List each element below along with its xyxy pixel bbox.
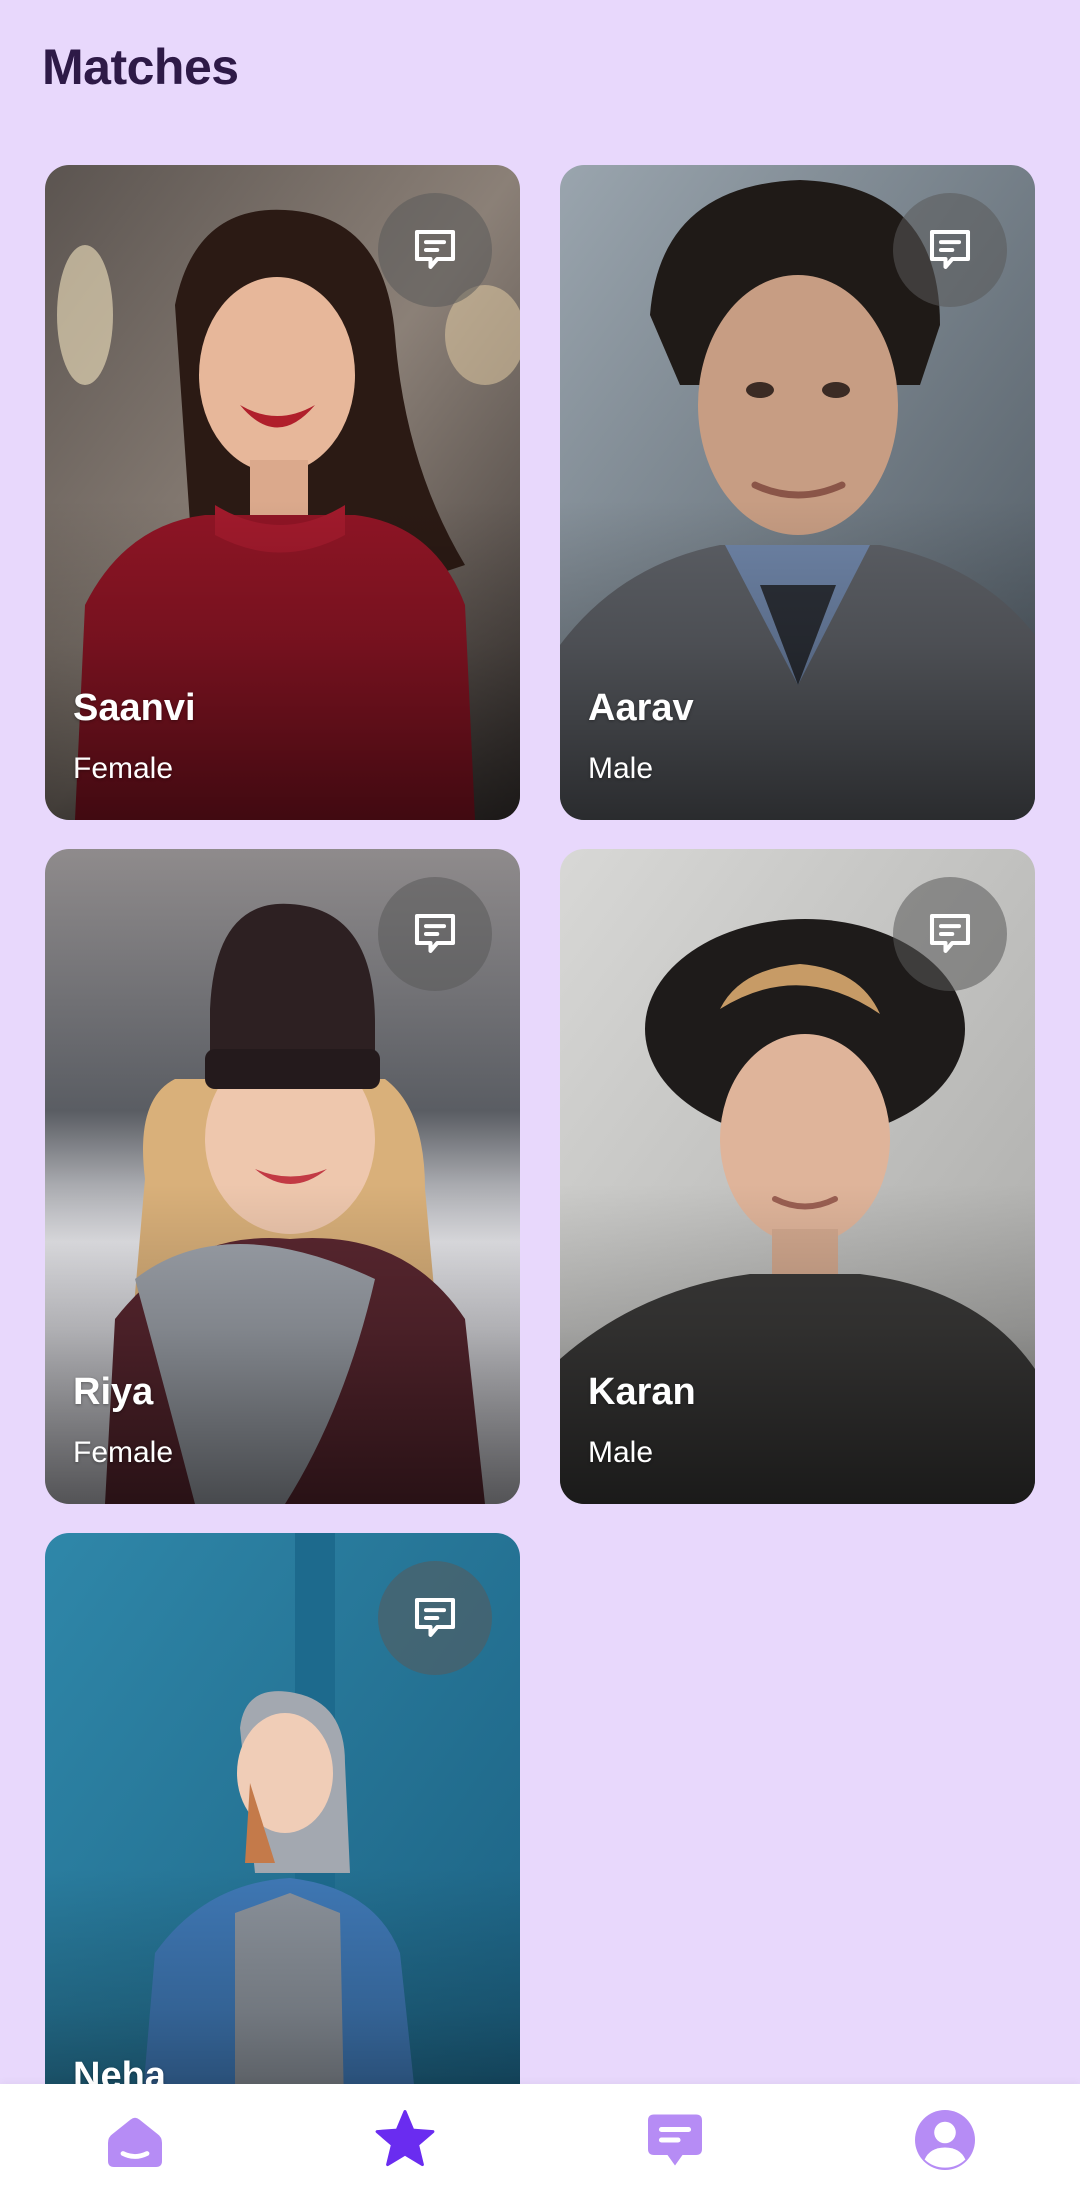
page-title: Matches bbox=[42, 39, 239, 95]
match-gender: Male bbox=[588, 752, 654, 785]
nav-home[interactable] bbox=[80, 2085, 190, 2195]
message-button[interactable] bbox=[378, 193, 492, 307]
message-button[interactable] bbox=[893, 877, 1007, 991]
nav-profile[interactable] bbox=[890, 2085, 1000, 2195]
profile-icon bbox=[915, 2110, 975, 2170]
match-gender: Female bbox=[73, 752, 174, 785]
bottom-nav bbox=[0, 2084, 1080, 2196]
message-button[interactable] bbox=[893, 193, 1007, 307]
match-gender: Female bbox=[73, 1436, 174, 1469]
match-card-karan[interactable]: Karan Male bbox=[560, 849, 1035, 1504]
match-name: Aarav bbox=[588, 687, 694, 729]
match-gender: Male bbox=[588, 1436, 654, 1469]
chat-bubble-icon bbox=[414, 229, 456, 269]
match-name: Saanvi bbox=[73, 687, 196, 729]
chat-bubble-icon bbox=[414, 913, 456, 953]
star-icon bbox=[375, 2110, 435, 2167]
home-icon bbox=[108, 2117, 162, 2167]
chat-bubble-icon bbox=[414, 1597, 456, 1637]
match-card-aarav[interactable]: Aarav Male bbox=[560, 165, 1035, 820]
match-name: Riya bbox=[73, 1371, 154, 1413]
chat-icon bbox=[648, 2114, 702, 2166]
nav-matches[interactable] bbox=[350, 2085, 460, 2195]
nav-chats[interactable] bbox=[620, 2085, 730, 2195]
message-button[interactable] bbox=[378, 877, 492, 991]
match-card-riya[interactable]: Riya Female bbox=[45, 849, 520, 1504]
chat-bubble-icon bbox=[929, 913, 971, 953]
message-button[interactable] bbox=[378, 1561, 492, 1675]
match-card-saanvi[interactable]: Saanvi Female bbox=[45, 165, 520, 820]
matches-grid: Saanvi Female Aarav Male Riya Female Kar… bbox=[45, 165, 1035, 2188]
match-name: Karan bbox=[588, 1371, 696, 1413]
chat-bubble-icon bbox=[929, 229, 971, 269]
matches-screen: Matches Saanvi Female Aarav Male Riya Fe… bbox=[0, 0, 1080, 2196]
